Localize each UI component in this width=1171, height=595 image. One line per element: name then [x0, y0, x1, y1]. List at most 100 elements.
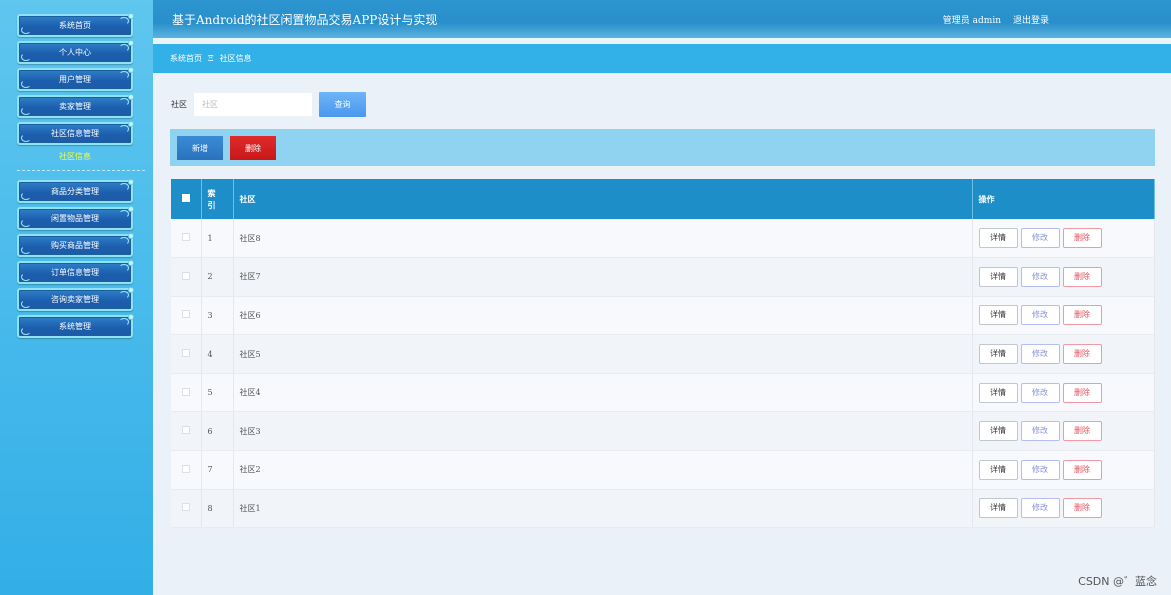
watermark: CSDN @゛蓝念: [1078, 575, 1157, 588]
sidebar-item-order-management[interactable]: 订单信息管理: [17, 260, 134, 284]
row-select-cell[interactable]: [171, 489, 202, 529]
knob-icon: [128, 121, 134, 127]
row-select-cell[interactable]: [171, 257, 202, 297]
ornament-icon: [21, 300, 31, 308]
delete-button[interactable]: 删除: [1062, 344, 1102, 365]
delete-button[interactable]: 删除: [1062, 382, 1102, 403]
detail-button[interactable]: 详情: [978, 382, 1018, 403]
row-checkbox[interactable]: [181, 464, 190, 473]
ornament-icon: [119, 183, 129, 191]
knob-icon: [128, 94, 134, 100]
row-index: 3: [201, 296, 234, 336]
row-select-cell[interactable]: [171, 450, 202, 490]
delete-button[interactable]: 删除: [1062, 421, 1102, 442]
sidebar-item-system-management[interactable]: 系统管理: [17, 314, 134, 338]
detail-button[interactable]: 详情: [978, 498, 1018, 519]
row-community: 社区1: [233, 489, 973, 529]
edit-button[interactable]: 修改: [1020, 344, 1060, 365]
row-checkbox[interactable]: [181, 503, 190, 512]
detail-button[interactable]: 详情: [978, 421, 1018, 442]
detail-button[interactable]: 详情: [978, 344, 1018, 365]
ornament-icon: [119, 98, 129, 106]
row-checkbox[interactable]: [181, 387, 190, 396]
row-index: 4: [201, 334, 234, 374]
edit-button[interactable]: 修改: [1020, 266, 1060, 287]
knob-icon: [128, 40, 134, 46]
ornament-icon: [119, 210, 129, 218]
delete-button[interactable]: 删除: [1062, 305, 1102, 326]
detail-button[interactable]: 详情: [978, 459, 1018, 480]
row-operations: 详情 修改 删除: [972, 296, 1155, 336]
row-community: 社区4: [233, 373, 973, 413]
divider: [17, 170, 145, 171]
add-button[interactable]: 新增: [177, 136, 223, 160]
row-community: 社区8: [233, 219, 973, 259]
row-checkbox[interactable]: [181, 310, 190, 319]
sidebar-item-label: 商品分类管理: [51, 187, 99, 196]
sidebar-item-consult-seller-management[interactable]: 咨询卖家管理: [17, 287, 134, 311]
breadcrumb: 系统首页 Ξ 社区信息: [153, 44, 1171, 73]
row-index: 1: [201, 219, 234, 259]
sidebar-item-label: 订单信息管理: [51, 268, 99, 277]
sidebar-item-user-management[interactable]: 用户管理: [17, 67, 134, 91]
table-row: 7 社区2 详情 修改 删除: [171, 450, 1155, 490]
sidebar-item-personal-center[interactable]: 个人中心: [17, 40, 134, 64]
row-community: 社区6: [233, 296, 973, 336]
breadcrumb-home[interactable]: 系统首页: [170, 53, 202, 64]
ornament-icon: [119, 17, 129, 25]
edit-button[interactable]: 修改: [1020, 228, 1060, 249]
sidebar-item-community-management[interactable]: 社区信息管理: [17, 121, 134, 145]
ornament-icon: [119, 318, 129, 326]
sidebar-item-seller-management[interactable]: 卖家管理: [17, 94, 134, 118]
edit-button[interactable]: 修改: [1020, 459, 1060, 480]
row-index: 6: [201, 411, 234, 452]
header-select-all[interactable]: [171, 179, 202, 219]
edit-button[interactable]: 修改: [1020, 498, 1060, 519]
community-table: 索 引 社区 操作 1 社区8 详情 修改 删除 2 社区7 详情 修改 删除 3 社区6 详情 修改 删除…: [171, 179, 1155, 529]
row-community: 社区7: [233, 257, 973, 297]
delete-button[interactable]: 删除: [1062, 228, 1102, 249]
row-checkbox[interactable]: [181, 349, 190, 358]
detail-button[interactable]: 详情: [978, 228, 1018, 249]
ornament-icon: [119, 71, 129, 79]
delete-button[interactable]: 删除: [1062, 498, 1102, 519]
sidebar-item-label: 个人中心: [59, 48, 91, 57]
sidebar-item-category-management[interactable]: 商品分类管理: [17, 179, 134, 203]
row-checkbox[interactable]: [181, 233, 190, 242]
delete-button[interactable]: 删除: [1062, 459, 1102, 480]
ornament-icon: [21, 80, 31, 88]
logout-link[interactable]: 退出登录: [1013, 13, 1049, 26]
row-operations: 详情 修改 删除: [972, 489, 1155, 529]
sidebar-item-home[interactable]: 系统首页: [17, 13, 134, 37]
detail-button[interactable]: 详情: [978, 305, 1018, 326]
row-checkbox[interactable]: [181, 426, 190, 435]
edit-button[interactable]: 修改: [1020, 382, 1060, 403]
sidebar-item-label: 闲置物品管理: [51, 214, 99, 223]
ornament-icon: [21, 246, 31, 254]
row-operations: 详情 修改 删除: [972, 373, 1155, 413]
sidebar-item-purchase-management[interactable]: 购买商品管理: [17, 233, 134, 257]
header-community: 社区: [233, 179, 973, 219]
submenu-community-info[interactable]: 社区信息: [17, 151, 133, 162]
row-select-cell[interactable]: [171, 219, 202, 259]
edit-button[interactable]: 修改: [1020, 305, 1060, 326]
edit-button[interactable]: 修改: [1020, 421, 1060, 442]
row-community: 社区5: [233, 334, 973, 374]
row-select-cell[interactable]: [171, 296, 202, 336]
search-button[interactable]: 查询: [319, 92, 366, 117]
detail-button[interactable]: 详情: [978, 266, 1018, 287]
row-operations: 详情 修改 删除: [972, 219, 1155, 259]
search-input[interactable]: [194, 93, 312, 116]
row-checkbox[interactable]: [181, 271, 190, 280]
table-row: 5 社区4 详情 修改 删除: [171, 373, 1155, 413]
row-select-cell[interactable]: [171, 334, 202, 374]
table-row: 8 社区1 详情 修改 删除: [171, 489, 1155, 529]
delete-button[interactable]: 删除: [1062, 266, 1102, 287]
row-select-cell[interactable]: [171, 411, 202, 452]
sidebar-item-idle-items-management[interactable]: 闲置物品管理: [17, 206, 134, 230]
batch-delete-button[interactable]: 删除: [230, 136, 276, 160]
checkbox-icon[interactable]: [181, 194, 190, 202]
table-row: 1 社区8 详情 修改 删除: [171, 219, 1155, 259]
search-label: 社区: [171, 100, 187, 109]
row-select-cell[interactable]: [171, 373, 202, 413]
